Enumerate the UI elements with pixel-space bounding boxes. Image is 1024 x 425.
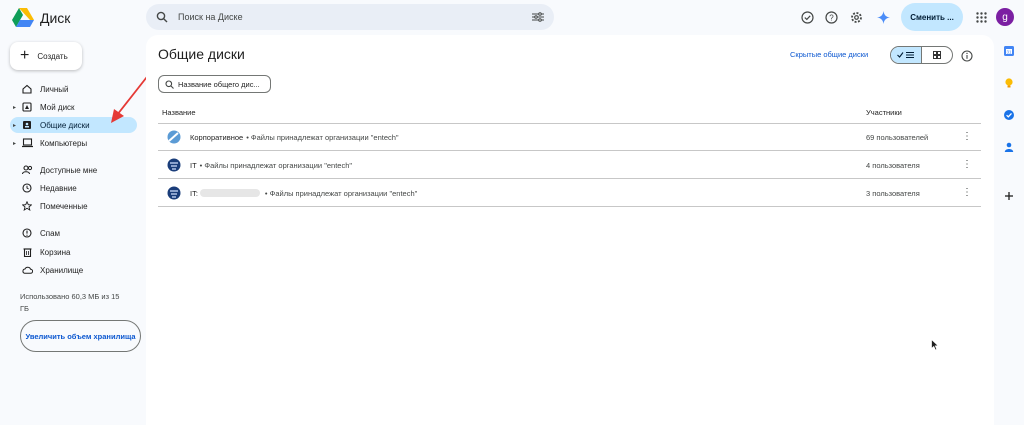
add-addon-plus-icon[interactable] bbox=[1003, 189, 1015, 201]
settings-gear-icon[interactable] bbox=[848, 9, 864, 25]
sidebar-item-label: Недавние bbox=[40, 183, 77, 193]
sidebar-item-label: Общие диски bbox=[40, 120, 90, 130]
sidebar-item-recent[interactable]: Недавние bbox=[10, 180, 137, 196]
info-icon[interactable] bbox=[961, 49, 973, 62]
grid-view-button[interactable] bbox=[922, 47, 952, 63]
trash-icon bbox=[21, 246, 33, 258]
app-logo[interactable]: Диск bbox=[12, 6, 122, 30]
column-header-name[interactable]: Название bbox=[162, 108, 196, 117]
drive-owner-note: • Файлы принадлежат организации "entech" bbox=[199, 160, 353, 170]
gemini-sparkle-icon[interactable] bbox=[875, 9, 891, 25]
shared-drives-icon bbox=[21, 119, 33, 131]
plus-icon: + bbox=[20, 47, 30, 64]
app-title: Диск bbox=[40, 10, 71, 26]
drive-name: IT bbox=[190, 160, 197, 170]
more-options-icon[interactable]: ⋮ bbox=[962, 132, 972, 142]
sidebar-item-label: Корзина bbox=[40, 247, 71, 257]
grid-icon bbox=[933, 51, 941, 59]
search-icon[interactable] bbox=[156, 11, 168, 23]
keep-icon[interactable] bbox=[1003, 76, 1015, 88]
sidebar-item-label: Спам bbox=[40, 228, 61, 238]
sidebar-item-spam[interactable]: Спам bbox=[10, 225, 137, 241]
my-drive-icon bbox=[21, 101, 33, 113]
contacts-icon[interactable] bbox=[1003, 140, 1015, 152]
home-icon bbox=[21, 83, 33, 95]
drive-members-count: 4 пользователя bbox=[866, 160, 920, 170]
avatar[interactable]: g bbox=[996, 8, 1014, 26]
sidebar-item-label: Доступные мне bbox=[40, 165, 98, 175]
shared-drive-icon bbox=[167, 158, 181, 172]
shared-drive-icon bbox=[167, 186, 181, 200]
sidebar-item-starred[interactable]: Помеченные bbox=[10, 198, 137, 214]
sidebar-item-label: Хранилище bbox=[40, 265, 84, 275]
computer-icon bbox=[21, 137, 33, 149]
sidebar-item-label: Помеченные bbox=[40, 201, 88, 211]
table-row[interactable]: IT: • Файлы принадлежат организации "ent… bbox=[158, 180, 981, 207]
sidebar-item-computers[interactable]: ▸ Компьютеры bbox=[10, 135, 137, 151]
more-options-icon[interactable]: ⋮ bbox=[962, 188, 972, 198]
expand-arrow-icon[interactable]: ▸ bbox=[10, 104, 19, 111]
drive-name: IT: bbox=[190, 188, 198, 198]
calendar-icon[interactable]: 31 bbox=[1003, 44, 1015, 56]
star-icon bbox=[21, 200, 33, 212]
shared-drive-icon bbox=[167, 130, 181, 144]
create-button[interactable]: + Создать bbox=[10, 42, 82, 70]
drive-owner-note: • Файлы принадлежат организации "entech" bbox=[264, 188, 418, 198]
mouse-cursor-icon bbox=[931, 339, 939, 351]
sidebar-item-label: Личный bbox=[40, 84, 69, 94]
main-content-panel bbox=[146, 35, 994, 425]
storage-usage-text: Использовано 60,3 МБ из 15 ГБ bbox=[20, 292, 120, 313]
people-icon bbox=[21, 164, 33, 176]
search-icon bbox=[165, 79, 174, 89]
column-header-members: Участники bbox=[866, 108, 902, 117]
table-row[interactable]: IT • Файлы принадлежат организации "ente… bbox=[158, 152, 981, 179]
table-row[interactable]: Корпоративное • Файлы принадлежат органи… bbox=[158, 124, 981, 151]
more-options-icon[interactable]: ⋮ bbox=[962, 160, 972, 170]
svg-text:31: 31 bbox=[1006, 49, 1012, 54]
sidebar-item-shared-with-me[interactable]: Доступные мне bbox=[10, 162, 137, 178]
apps-grid-icon[interactable] bbox=[973, 9, 989, 25]
search-bar[interactable]: Поиск на Диске bbox=[146, 4, 554, 30]
drive-logo-icon bbox=[12, 8, 34, 27]
redacted-text bbox=[199, 189, 260, 197]
drive-members-count: 69 пользователей bbox=[866, 132, 929, 142]
switch-account-button[interactable]: Сменить ... bbox=[901, 3, 963, 31]
page-title: Общие диски bbox=[158, 46, 245, 62]
hidden-shared-drives-link[interactable]: Скрытые общие диски bbox=[790, 50, 868, 59]
shared-drive-name-filter[interactable]: Название общего дис... bbox=[158, 75, 271, 93]
sidebar-item-label: Компьютеры bbox=[40, 138, 88, 148]
upgrade-storage-button[interactable]: Увеличить объем хранилища bbox=[20, 320, 141, 352]
filter-input[interactable]: Название общего дис... bbox=[178, 80, 260, 89]
sidebar-item-storage[interactable]: Хранилище bbox=[10, 262, 137, 278]
svg-text:?: ? bbox=[829, 13, 834, 22]
view-toggle[interactable] bbox=[890, 46, 953, 64]
create-label: Создать bbox=[37, 51, 68, 61]
clock-icon bbox=[21, 182, 33, 194]
expand-arrow-icon[interactable]: ▸ bbox=[10, 140, 19, 147]
drive-name: Корпоративное bbox=[190, 132, 244, 142]
expand-arrow-icon[interactable]: ▸ bbox=[10, 122, 19, 129]
drive-owner-note: • Файлы принадлежат организации "entech" bbox=[246, 132, 399, 142]
sidebar-item-trash[interactable]: Корзина bbox=[10, 244, 137, 260]
list-view-button[interactable] bbox=[891, 47, 922, 63]
sidebar-item-label: Мой диск bbox=[40, 102, 75, 112]
spam-icon bbox=[21, 227, 33, 239]
tasks-icon[interactable] bbox=[1003, 108, 1015, 120]
check-list-icon bbox=[897, 51, 914, 59]
help-icon[interactable]: ? bbox=[823, 9, 839, 25]
cloud-icon bbox=[21, 264, 33, 276]
drive-members-count: 3 пользователя bbox=[866, 188, 920, 198]
offline-status-icon[interactable] bbox=[799, 9, 815, 25]
search-options-icon[interactable] bbox=[532, 12, 544, 22]
search-input[interactable]: Поиск на Диске bbox=[178, 12, 522, 22]
